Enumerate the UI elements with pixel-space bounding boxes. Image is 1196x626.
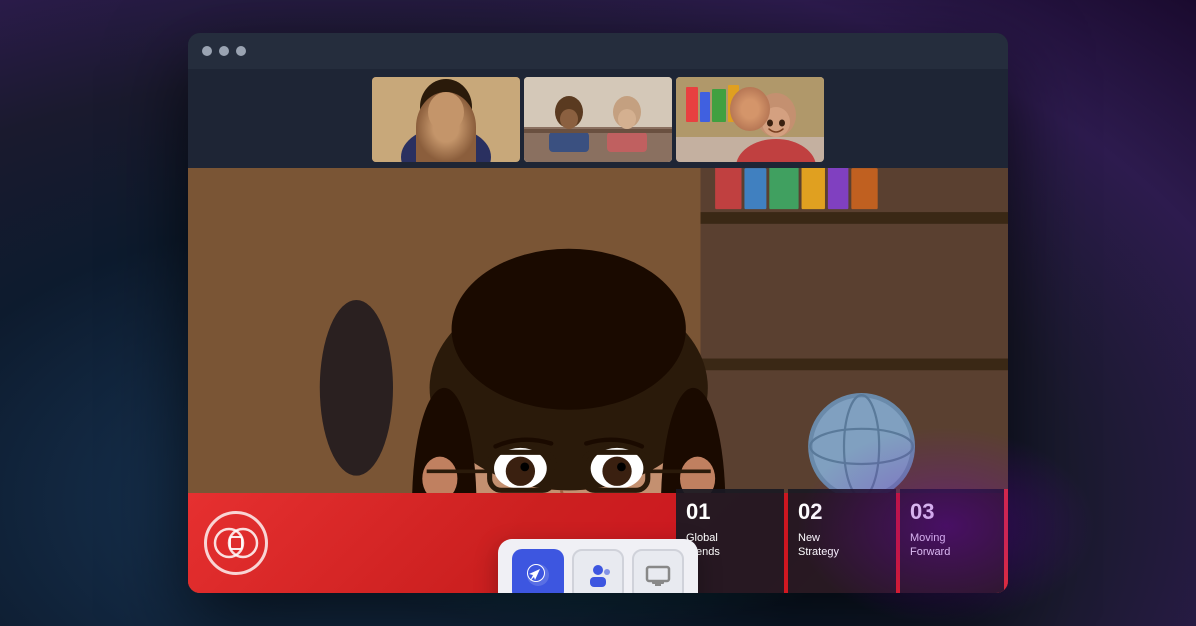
agenda-title-2: NewStrategy	[798, 531, 886, 560]
thumbnail-3[interactable]	[676, 77, 824, 162]
maximize-button[interactable]	[236, 46, 246, 56]
agenda-number-1: 01	[686, 501, 774, 523]
thumbnail-1[interactable]	[372, 77, 520, 162]
agenda-overlay: 01 GlobalTrends 02 NewStrategy 03 Moving…	[676, 489, 1008, 593]
thumbnail-2[interactable]	[524, 77, 672, 162]
agenda-card-3: 03 MovingForward	[900, 489, 1008, 593]
agenda-title-3: MovingForward	[910, 531, 994, 560]
logo	[204, 511, 268, 575]
agenda-number-3: 03	[910, 501, 994, 523]
minimize-button[interactable]	[219, 46, 229, 56]
layout-view-button[interactable]	[572, 549, 624, 593]
agenda-title-1: GlobalTrends	[686, 531, 774, 560]
thumbnail-strip	[188, 69, 1008, 168]
main-video: 01 GlobalTrends 02 NewStrategy 03 Moving…	[188, 168, 1008, 593]
agenda-card-2: 02 NewStrategy	[788, 489, 896, 593]
close-button[interactable]	[202, 46, 212, 56]
main-content: 01 GlobalTrends 02 NewStrategy 03 Moving…	[188, 69, 1008, 593]
agenda-number-2: 02	[798, 501, 886, 523]
camera-toggle-button[interactable]	[512, 549, 564, 593]
bottom-toolbar	[498, 539, 698, 593]
title-bar	[188, 33, 1008, 69]
screen-share-button[interactable]	[632, 549, 684, 593]
app-window: 01 GlobalTrends 02 NewStrategy 03 Moving…	[188, 33, 1008, 593]
